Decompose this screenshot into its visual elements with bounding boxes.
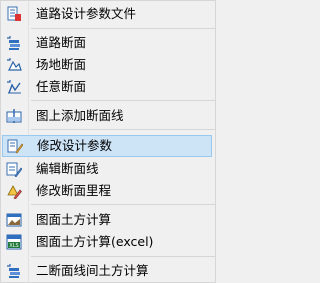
edit-params-icon xyxy=(7,139,23,154)
menu-separator xyxy=(31,204,215,205)
menu-item-label: 二断面线间土方计算 xyxy=(36,263,149,278)
menu-separator xyxy=(31,256,215,257)
menu-item-label: 编辑断面线 xyxy=(36,161,99,176)
two-section-earthwork-icon xyxy=(7,264,20,278)
menu-item-label: 图面土方计算 xyxy=(36,212,112,227)
menu-separator xyxy=(31,129,215,130)
menu-item-add-section-line[interactable]: 图上添加断面线 xyxy=(1,105,215,127)
menu-item-label: 修改设计参数 xyxy=(37,138,113,153)
road-params-file-icon xyxy=(7,6,21,21)
road-section-icon xyxy=(7,36,20,50)
menu-item-label: 道路设计参数文件 xyxy=(36,6,137,21)
earthwork-calc-excel-icon: XLS xyxy=(6,234,22,250)
menu-item-edit-section-mileage[interactable]: 修改断面里程 xyxy=(1,180,215,202)
menu-item-label: 修改断面里程 xyxy=(36,183,112,198)
menu-item-label: 道路断面 xyxy=(36,35,87,50)
edit-section-line-icon xyxy=(6,162,22,177)
add-section-line-icon xyxy=(6,109,22,123)
menu-item-label: 场地断面 xyxy=(36,57,87,72)
menu-item-road-params-file[interactable]: 道路设计参数文件 xyxy=(1,3,215,25)
svg-text:XLS: XLS xyxy=(9,243,18,249)
menu-item-earthwork-calc[interactable]: 图面土方计算 xyxy=(1,209,215,231)
menu-item-label: 图面土方计算(excel) xyxy=(36,234,154,249)
menu-item-site-section[interactable]: 场地断面 xyxy=(1,54,215,76)
menu-separator xyxy=(31,100,215,101)
menu-separator xyxy=(31,28,215,29)
menu-item-two-section-earthwork[interactable]: 二断面线间土方计算 xyxy=(1,260,215,282)
site-section-icon xyxy=(7,58,22,71)
menu-item-label: 任意断面 xyxy=(36,79,87,94)
edit-section-mileage-icon xyxy=(7,185,22,199)
context-menu: 道路设计参数文件 道路断面 场地断面 任意断面 图上添加断面线 修改设计参数 编… xyxy=(0,0,216,283)
menu-item-edit-section-line[interactable]: 编辑断面线 xyxy=(1,158,215,180)
menu-item-earthwork-calc-excel[interactable]: XLS 图面土方计算(excel) xyxy=(1,231,215,253)
menu-item-label: 图上添加断面线 xyxy=(36,108,124,123)
menu-item-road-section[interactable]: 道路断面 xyxy=(1,32,215,54)
arbitrary-section-icon xyxy=(7,80,21,94)
earthwork-calc-icon xyxy=(6,213,22,227)
menu-item-edit-params[interactable]: 修改设计参数 xyxy=(2,135,212,157)
menu-item-arbitrary-section[interactable]: 任意断面 xyxy=(1,76,215,98)
